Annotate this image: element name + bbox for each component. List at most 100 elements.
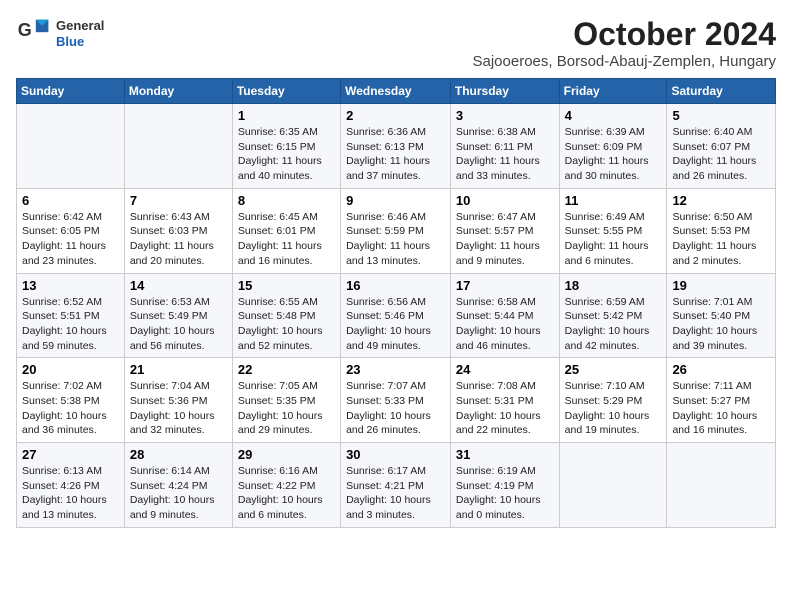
weekday-header-thursday: Thursday (450, 79, 559, 104)
calendar-cell: 26 Sunrise: 7:11 AM Sunset: 5:27 PM Dayli… (667, 358, 776, 443)
day-detail: Sunrise: 7:01 AM Sunset: 5:40 PM Dayligh… (672, 295, 770, 354)
calendar-cell: 3 Sunrise: 6:38 AM Sunset: 6:11 PM Daylig… (450, 104, 559, 189)
day-detail: Sunrise: 6:56 AM Sunset: 5:46 PM Dayligh… (346, 295, 445, 354)
day-number: 3 (456, 108, 554, 123)
calendar-cell (124, 104, 232, 189)
calendar-cell: 17 Sunrise: 6:58 AM Sunset: 5:44 PM Dayli… (450, 273, 559, 358)
day-detail: Sunrise: 6:55 AM Sunset: 5:48 PM Dayligh… (238, 295, 335, 354)
calendar-cell: 16 Sunrise: 6:56 AM Sunset: 5:46 PM Dayli… (341, 273, 451, 358)
calendar-cell: 9 Sunrise: 6:46 AM Sunset: 5:59 PM Daylig… (341, 188, 451, 273)
calendar-cell: 13 Sunrise: 6:52 AM Sunset: 5:51 PM Dayli… (17, 273, 125, 358)
calendar-cell: 2Sunrise: 6:36 AM Sunset: 6:13 PM Daylig… (341, 104, 451, 189)
day-detail: Sunrise: 6:13 AM Sunset: 4:26 PM Dayligh… (22, 464, 119, 523)
calendar-cell: 20 Sunrise: 7:02 AM Sunset: 5:38 PM Dayli… (17, 358, 125, 443)
day-number: 1 (238, 108, 335, 123)
calendar-cell: 22Sunrise: 7:05 AM Sunset: 5:35 PM Dayli… (232, 358, 340, 443)
day-number: 21 (130, 362, 227, 377)
weekday-header-sunday: Sunday (17, 79, 125, 104)
day-number: 23 (346, 362, 445, 377)
day-detail: Sunrise: 6:39 AM Sunset: 6:09 PM Dayligh… (565, 125, 662, 184)
day-detail: Sunrise: 6:14 AM Sunset: 4:24 PM Dayligh… (130, 464, 227, 523)
calendar-cell: 23Sunrise: 7:07 AM Sunset: 5:33 PM Dayli… (341, 358, 451, 443)
day-detail: Sunrise: 6:43 AM Sunset: 6:03 PM Dayligh… (130, 210, 227, 269)
day-number: 2 (346, 108, 445, 123)
day-detail: Sunrise: 7:04 AM Sunset: 5:36 PM Dayligh… (130, 379, 227, 438)
day-number: 6 (22, 193, 119, 208)
day-detail: Sunrise: 6:46 AM Sunset: 5:59 PM Dayligh… (346, 210, 445, 269)
day-detail: Sunrise: 6:16 AM Sunset: 4:22 PM Dayligh… (238, 464, 335, 523)
day-number: 10 (456, 193, 554, 208)
calendar-cell (667, 443, 776, 528)
day-number: 4 (565, 108, 662, 123)
month-title: October 2024 (473, 16, 777, 53)
day-number: 29 (238, 447, 335, 462)
calendar-cell: 6 Sunrise: 6:42 AM Sunset: 6:05 PM Daylig… (17, 188, 125, 273)
svg-text:G: G (18, 20, 32, 40)
calendar-cell: 11Sunrise: 6:49 AM Sunset: 5:55 PM Dayli… (559, 188, 667, 273)
location: Sajooeroes, Borsod-Abauj-Zemplen, Hungar… (473, 53, 777, 70)
day-detail: Sunrise: 6:53 AM Sunset: 5:49 PM Dayligh… (130, 295, 227, 354)
day-number: 27 (22, 447, 119, 462)
day-detail: Sunrise: 6:52 AM Sunset: 5:51 PM Dayligh… (22, 295, 119, 354)
calendar-cell: 21 Sunrise: 7:04 AM Sunset: 5:36 PM Dayli… (124, 358, 232, 443)
weekday-header-saturday: Saturday (667, 79, 776, 104)
day-detail: Sunrise: 7:02 AM Sunset: 5:38 PM Dayligh… (22, 379, 119, 438)
day-detail: Sunrise: 6:59 AM Sunset: 5:42 PM Dayligh… (565, 295, 662, 354)
calendar-cell: 24 Sunrise: 7:08 AM Sunset: 5:31 PM Dayli… (450, 358, 559, 443)
day-number: 20 (22, 362, 119, 377)
day-detail: Sunrise: 6:40 AM Sunset: 6:07 PM Dayligh… (672, 125, 770, 184)
calendar-table: SundayMondayTuesdayWednesdayThursdayFrid… (16, 78, 776, 528)
logo-text: General Blue (56, 18, 104, 49)
day-number: 12 (672, 193, 770, 208)
logo-icon: G (16, 16, 52, 52)
day-number: 30 (346, 447, 445, 462)
day-number: 18 (565, 278, 662, 293)
calendar-cell: 4 Sunrise: 6:39 AM Sunset: 6:09 PM Daylig… (559, 104, 667, 189)
day-detail: Sunrise: 7:10 AM Sunset: 5:29 PM Dayligh… (565, 379, 662, 438)
day-number: 5 (672, 108, 770, 123)
day-detail: Sunrise: 6:19 AM Sunset: 4:19 PM Dayligh… (456, 464, 554, 523)
calendar-cell: 31 Sunrise: 6:19 AM Sunset: 4:19 PM Dayli… (450, 443, 559, 528)
day-number: 25 (565, 362, 662, 377)
day-number: 24 (456, 362, 554, 377)
weekday-header-tuesday: Tuesday (232, 79, 340, 104)
day-detail: Sunrise: 6:45 AM Sunset: 6:01 PM Dayligh… (238, 210, 335, 269)
page-header: G General Blue October 2024 Sajooeroes, … (16, 16, 776, 70)
day-number: 14 (130, 278, 227, 293)
day-number: 13 (22, 278, 119, 293)
day-number: 16 (346, 278, 445, 293)
weekday-header-wednesday: Wednesday (341, 79, 451, 104)
day-detail: Sunrise: 6:17 AM Sunset: 4:21 PM Dayligh… (346, 464, 445, 523)
calendar-cell: 28 Sunrise: 6:14 AM Sunset: 4:24 PM Dayli… (124, 443, 232, 528)
day-detail: Sunrise: 6:42 AM Sunset: 6:05 PM Dayligh… (22, 210, 119, 269)
day-detail: Sunrise: 7:08 AM Sunset: 5:31 PM Dayligh… (456, 379, 554, 438)
day-number: 26 (672, 362, 770, 377)
day-detail: Sunrise: 6:38 AM Sunset: 6:11 PM Dayligh… (456, 125, 554, 184)
calendar-cell: 7 Sunrise: 6:43 AM Sunset: 6:03 PM Daylig… (124, 188, 232, 273)
weekday-header-monday: Monday (124, 79, 232, 104)
day-number: 9 (346, 193, 445, 208)
day-detail: Sunrise: 6:49 AM Sunset: 5:55 PM Dayligh… (565, 210, 662, 269)
calendar-cell: 18 Sunrise: 6:59 AM Sunset: 5:42 PM Dayli… (559, 273, 667, 358)
day-detail: Sunrise: 6:58 AM Sunset: 5:44 PM Dayligh… (456, 295, 554, 354)
day-number: 19 (672, 278, 770, 293)
logo: G General Blue (16, 16, 104, 52)
calendar-cell: 25 Sunrise: 7:10 AM Sunset: 5:29 PM Dayli… (559, 358, 667, 443)
day-number: 8 (238, 193, 335, 208)
calendar-cell: 12 Sunrise: 6:50 AM Sunset: 5:53 PM Dayli… (667, 188, 776, 273)
day-number: 17 (456, 278, 554, 293)
day-detail: Sunrise: 7:11 AM Sunset: 5:27 PM Dayligh… (672, 379, 770, 438)
calendar-cell: 10 Sunrise: 6:47 AM Sunset: 5:57 PM Dayli… (450, 188, 559, 273)
day-number: 31 (456, 447, 554, 462)
day-detail: Sunrise: 7:05 AM Sunset: 5:35 PM Dayligh… (238, 379, 335, 438)
title-area: October 2024 Sajooeroes, Borsod-Abauj-Ze… (473, 16, 777, 70)
day-detail: Sunrise: 6:47 AM Sunset: 5:57 PM Dayligh… (456, 210, 554, 269)
calendar-cell: 5 Sunrise: 6:40 AM Sunset: 6:07 PM Daylig… (667, 104, 776, 189)
calendar-cell: 1Sunrise: 6:35 AM Sunset: 6:15 PM Daylig… (232, 104, 340, 189)
calendar-cell: 27 Sunrise: 6:13 AM Sunset: 4:26 PM Dayli… (17, 443, 125, 528)
day-detail: Sunrise: 6:50 AM Sunset: 5:53 PM Dayligh… (672, 210, 770, 269)
calendar-cell (17, 104, 125, 189)
day-number: 28 (130, 447, 227, 462)
day-number: 7 (130, 193, 227, 208)
calendar-cell: 8 Sunrise: 6:45 AM Sunset: 6:01 PM Daylig… (232, 188, 340, 273)
